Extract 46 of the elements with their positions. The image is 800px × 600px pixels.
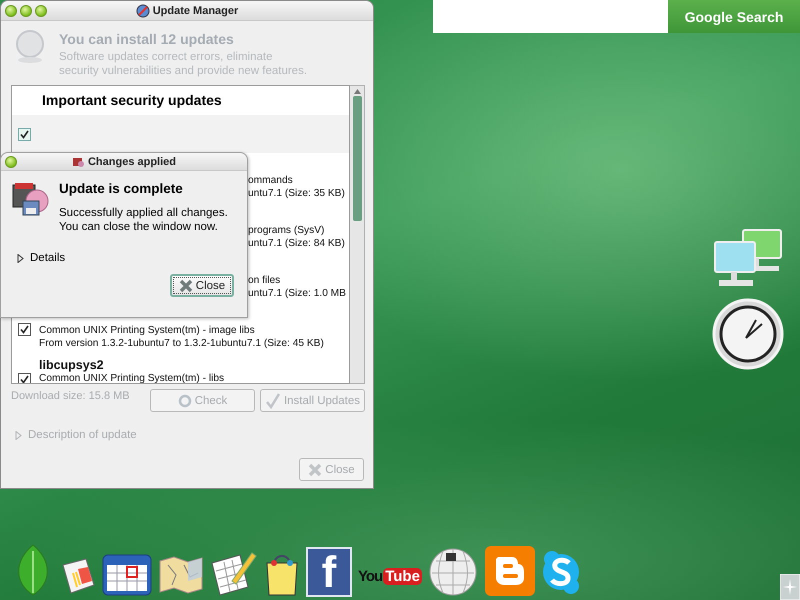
dialog-heading: Update is complete <box>59 181 184 196</box>
checkbox[interactable] <box>18 323 31 336</box>
package-text: ommands <box>248 174 294 187</box>
close-icon <box>308 462 322 476</box>
search-button[interactable]: Google Search <box>668 0 800 33</box>
checkbox[interactable] <box>18 373 31 383</box>
package-row[interactable]: libcupsys2 Common UNIX Printing System(tm) - libs <box>12 353 349 383</box>
calendar-icon[interactable] <box>102 553 152 597</box>
window-control-button[interactable] <box>5 156 17 168</box>
updates-heading: You can install 12 updates <box>59 31 235 47</box>
scrollbar[interactable] <box>350 85 365 384</box>
window-control-button[interactable] <box>5 4 17 16</box>
puzzle-globe-icon[interactable] <box>428 547 478 597</box>
checkmark-icon <box>264 392 281 408</box>
window-control-button[interactable] <box>35 4 47 16</box>
scrollbar-thumb[interactable] <box>352 96 362 221</box>
dialog-title: Changes applied <box>88 156 176 168</box>
package-name: libcupsys2 <box>39 359 105 372</box>
close-button[interactable]: Close <box>170 274 234 297</box>
window-control-button[interactable] <box>20 4 32 16</box>
updates-description: Software updates correct errors, eliminate security vulnerabilities and provide new features. <box>59 50 308 78</box>
f-logo-tile[interactable]: f <box>306 547 352 597</box>
b-logo-icon[interactable] <box>484 545 536 597</box>
logo-text[interactable]: You <box>358 568 382 585</box>
refresh-icon <box>178 394 192 408</box>
download-size: Download size: 15.8 MB <box>11 389 131 402</box>
scroll-up-arrow-icon[interactable] <box>354 89 360 94</box>
package-text: untu7.1 (Size: 1.0 MB <box>248 287 346 300</box>
checkbox[interactable] <box>18 128 31 140</box>
package-description: Common UNIX Printing System(tm) - libs <box>39 372 224 383</box>
expander-label[interactable]: Details <box>30 252 66 264</box>
logo-badge[interactable]: Tube <box>383 568 422 585</box>
dialog-message: Successfully applied all changes. You can close the window now. <box>59 206 228 234</box>
search-field[interactable] <box>433 0 668 33</box>
package-text: on files <box>248 274 282 287</box>
package-text: untu7.1 (Size: 84 KB) <box>248 237 345 250</box>
package-text: programs (SysV) <box>248 224 326 237</box>
section-heading: Important security updates <box>41 91 223 110</box>
package-icon <box>72 155 85 168</box>
clock-icon[interactable] <box>712 298 784 370</box>
window-title: Update Manager <box>152 4 238 16</box>
package-description: Common UNIX Printing System(tm) - image libs <box>39 324 256 337</box>
package-version: From version 1.3.2-1ubuntu7 to 1.3.2-1ubuntu7.1 (Size: 45 KB) <box>39 337 324 350</box>
expander-arrow-icon[interactable] <box>17 254 24 262</box>
package-text: untu7.1 (Size: 35 KB) <box>248 187 345 200</box>
close-icon <box>178 278 193 292</box>
